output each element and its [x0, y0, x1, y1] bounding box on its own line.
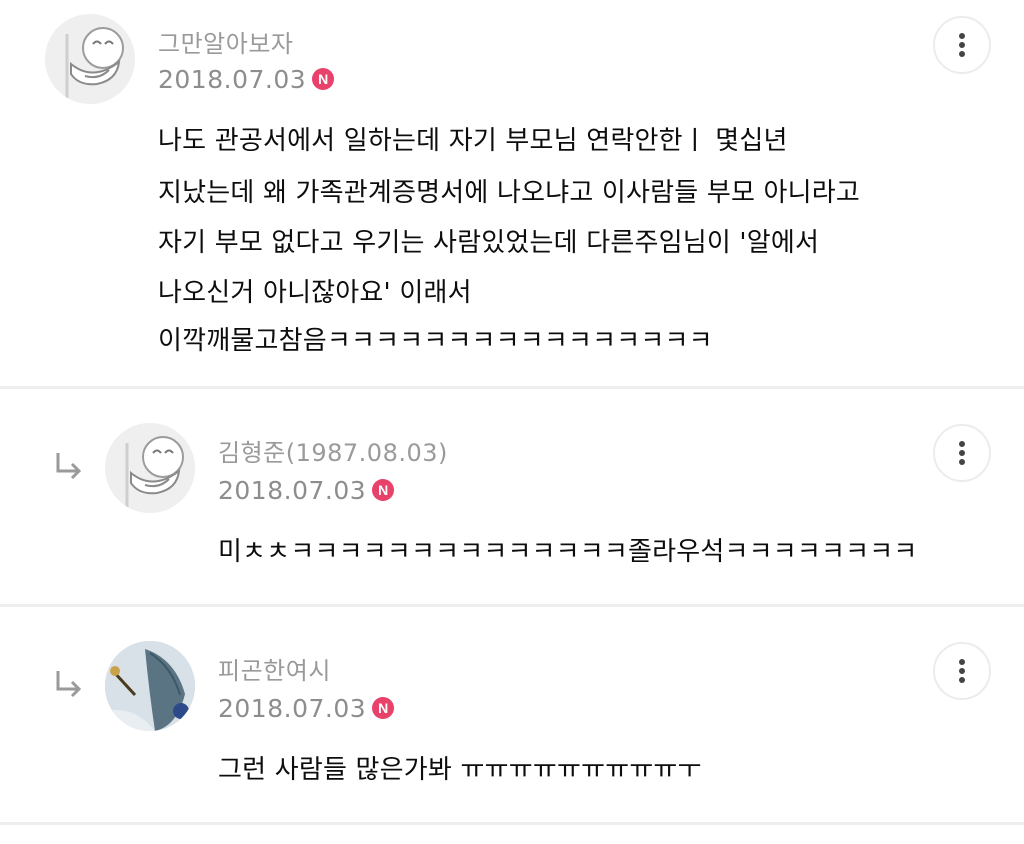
reply-arrow-icon [56, 671, 82, 698]
reply-arrow-icon [56, 453, 82, 480]
comment-date: 2018.07.03 [218, 693, 367, 723]
comment-text-line: 이깍깨물고참음ㅋㅋㅋㅋㅋㅋㅋㅋㅋㅋㅋㅋㅋㅋㅋㅋ [158, 326, 713, 356]
comment-text-line: 그런 사람들 많은가봐 ㅠㅠㅠㅠㅠㅠㅠㅠㅠㅜ [218, 755, 702, 785]
comment-text-line: 지났는데 왜 가족관계증명서에 나오냐고 이사람들 부모 아니라고 [158, 178, 861, 208]
comment-text-line: 나도 관공서에서 일하는데 자기 부모님 연락안한ㅣ 몇십년 [158, 126, 788, 156]
more-options-button[interactable] [933, 642, 991, 700]
author-name[interactable]: 그만알아보자 [158, 24, 293, 59]
more-vertical-icon [959, 33, 965, 57]
comment-date: 2018.07.03 [158, 64, 307, 94]
new-badge: N [372, 479, 395, 501]
more-vertical-icon [959, 441, 965, 465]
comment-text-line: 자기 부모 없다고 우기는 사람있었는데 다른주임님이 '알에서 [158, 228, 820, 258]
comment-meta: 2018.07.03 N [218, 691, 395, 725]
more-options-button[interactable] [933, 16, 991, 74]
comment-meta: 2018.07.03 N [218, 473, 395, 507]
avatar[interactable] [105, 641, 195, 731]
avatar[interactable] [105, 423, 195, 513]
more-options-button[interactable] [933, 424, 991, 482]
comment-divider [0, 822, 1024, 825]
comment-text-line: 미ㅊㅊㅋㅋㅋㅋㅋㅋㅋㅋㅋㅋㅋㅋㅋㅋ졸라우석ㅋㅋㅋㅋㅋㅋㅋㅋ [218, 537, 918, 567]
author-name[interactable]: 김형준(1987.08.03) [218, 433, 448, 468]
photo-avatar-icon [105, 641, 195, 731]
comment-meta: 2018.07.03 N [158, 62, 335, 96]
smiling-face-avatar-icon [105, 423, 195, 513]
more-vertical-icon [959, 659, 965, 683]
comment-date: 2018.07.03 [218, 475, 367, 505]
author-name[interactable]: 피곤한여시 [218, 651, 331, 686]
comment-text-line: 나오신거 아니잖아요' 이래서 [158, 278, 472, 308]
new-badge: N [372, 697, 395, 719]
smiling-face-avatar-icon [45, 14, 135, 104]
new-badge: N [312, 68, 335, 90]
reply-item: 김형준(1987.08.03) 2018.07.03 N 미ㅊㅊㅋㅋㅋㅋㅋㅋㅋㅋ… [0, 389, 1024, 604]
reply-item: 피곤한여시 2018.07.03 N 그런 사람들 많은가봐 ㅠㅠㅠㅠㅠㅠㅠㅠㅠ… [0, 607, 1024, 822]
avatar[interactable] [45, 14, 135, 104]
comment-item: 그만알아보자 2018.07.03 N 나도 관공서에서 일하는데 자기 부모님… [0, 0, 1024, 386]
